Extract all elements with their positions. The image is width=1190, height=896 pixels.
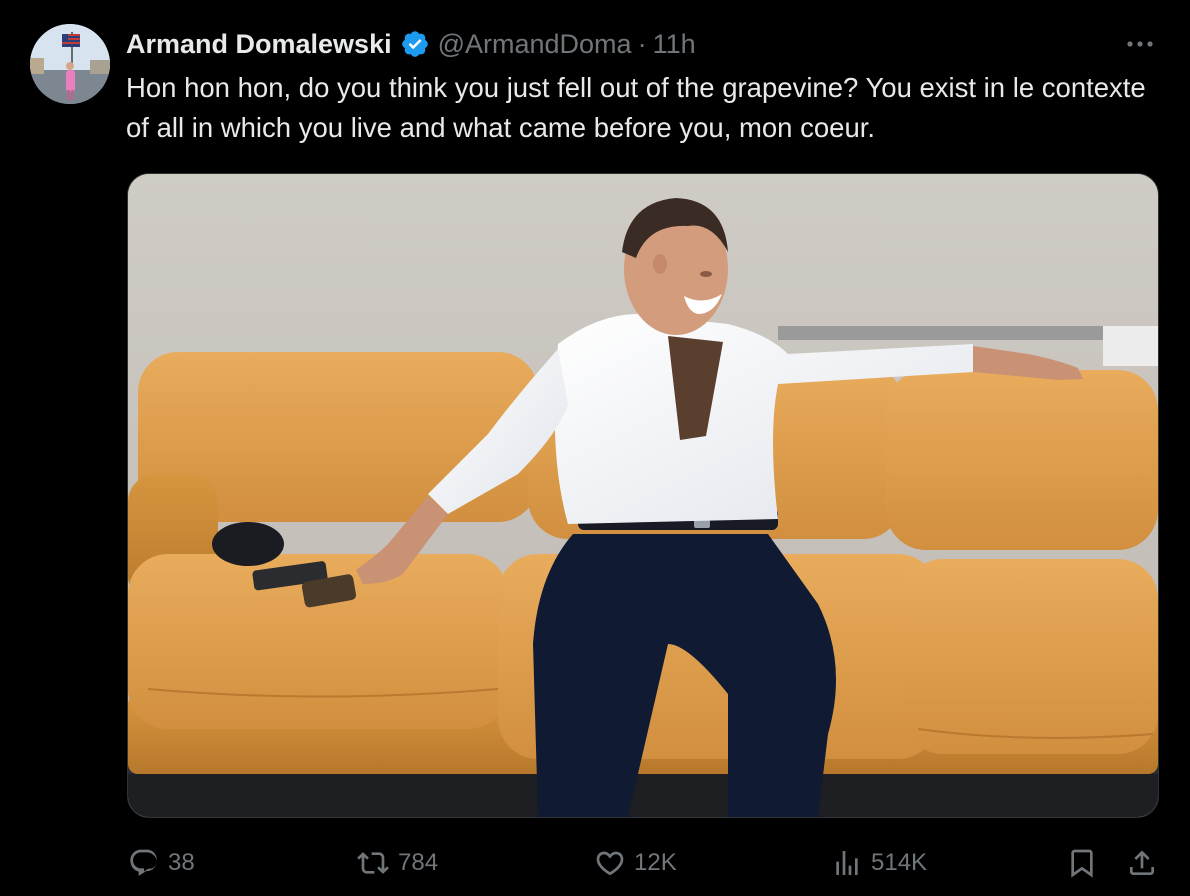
share-button[interactable] bbox=[1126, 838, 1158, 888]
tweet: Armand Domalewski @ArmandDoma · 11h Hon … bbox=[0, 0, 1190, 896]
verified-badge-icon[interactable] bbox=[400, 29, 430, 59]
reply-icon bbox=[130, 849, 157, 876]
like-button[interactable]: 12K bbox=[594, 838, 677, 888]
sofa-photo-illustration bbox=[128, 174, 1158, 817]
tweet-media-photo[interactable] bbox=[127, 173, 1159, 818]
more-horizontal-icon[interactable] bbox=[1120, 30, 1160, 58]
header-separator: · bbox=[637, 28, 647, 59]
views-button[interactable]: 514K bbox=[831, 838, 927, 888]
tweet-text: Hon hon hon, do you think you just fell … bbox=[126, 72, 1154, 143]
share-icon bbox=[1130, 850, 1154, 875]
avatar[interactable] bbox=[30, 24, 110, 104]
reply-count: 38 bbox=[168, 849, 195, 876]
tweet-header: Armand Domalewski @ArmandDoma · 11h bbox=[126, 26, 696, 62]
repost-count: 784 bbox=[398, 849, 439, 876]
like-count: 12K bbox=[634, 849, 677, 876]
bookmark-icon bbox=[1071, 849, 1093, 878]
heart-icon bbox=[596, 851, 624, 876]
views-count: 514K bbox=[871, 849, 928, 876]
analytics-icon bbox=[836, 851, 858, 875]
reply-button[interactable]: 38 bbox=[128, 838, 195, 888]
timestamp[interactable]: 11h bbox=[653, 29, 696, 60]
bookmark-button[interactable] bbox=[1066, 838, 1098, 888]
avatar-image bbox=[30, 24, 110, 104]
display-name[interactable]: Armand Domalewski bbox=[126, 29, 392, 60]
repost-button[interactable]: 784 bbox=[356, 838, 438, 888]
repost-icon bbox=[357, 852, 389, 874]
author-handle[interactable]: @ArmandDoma bbox=[438, 29, 632, 60]
action-bar: 38 784 12K 514K bbox=[0, 838, 1190, 888]
